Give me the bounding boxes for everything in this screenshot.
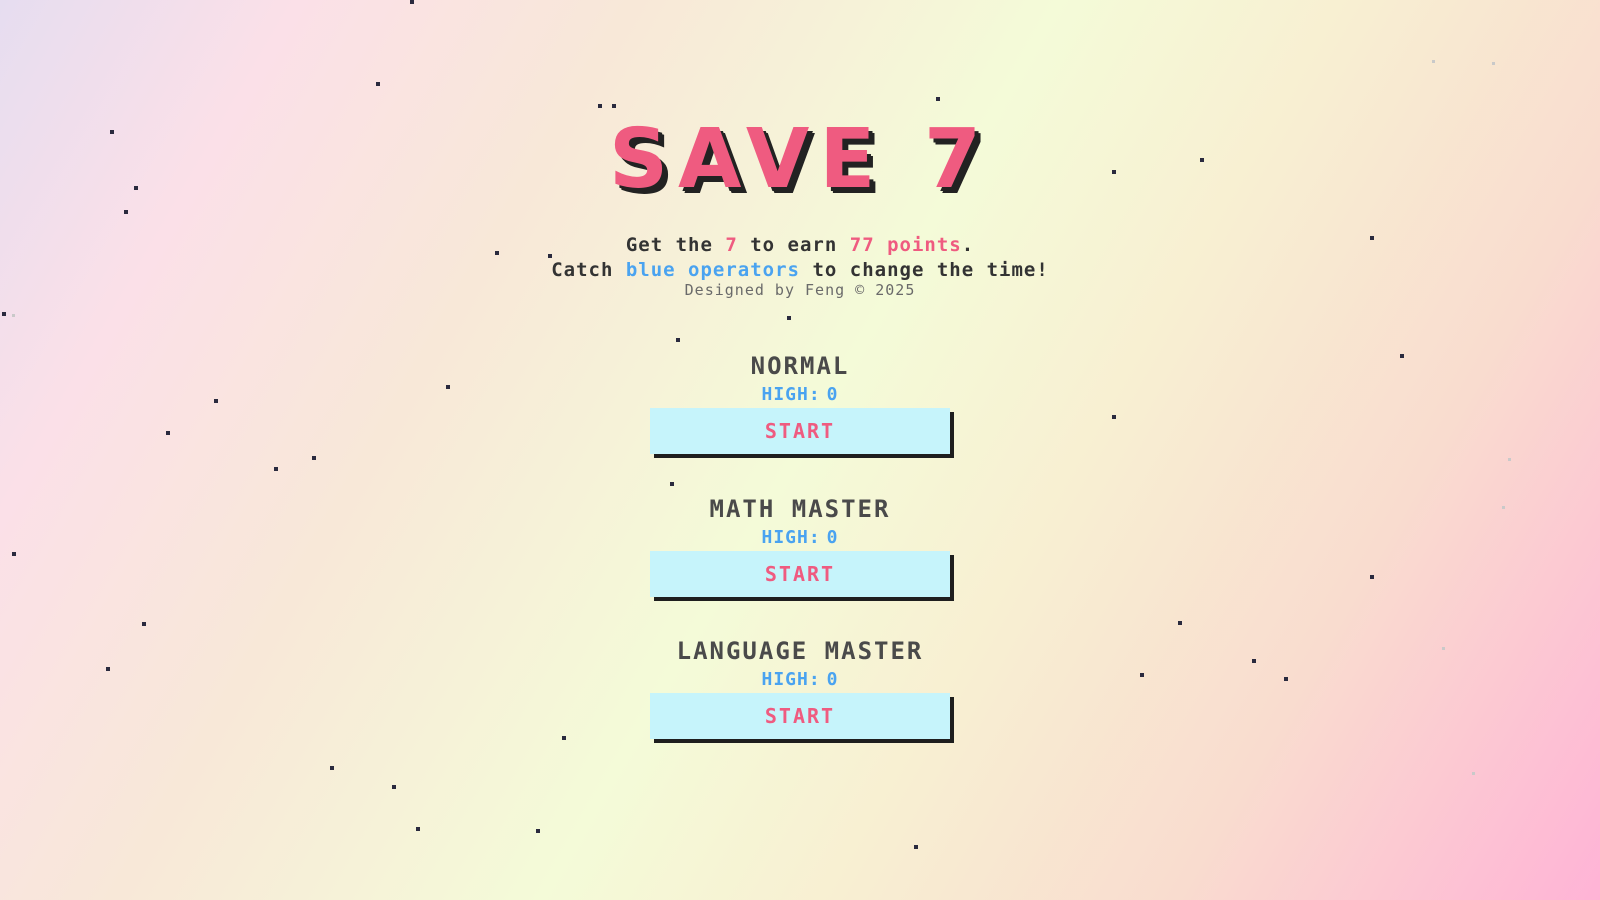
- particle: [392, 785, 396, 789]
- particle: [124, 210, 128, 214]
- credit-text: Designed by Feng © 2025: [684, 281, 916, 299]
- start-language-master-button[interactable]: START: [650, 693, 950, 739]
- high-value: 0: [826, 527, 839, 548]
- particle: [787, 316, 791, 320]
- high-value: 0: [826, 384, 839, 405]
- game-title: SAVE 7: [608, 112, 992, 207]
- instruction-text: Get the: [625, 234, 726, 256]
- particle: [142, 622, 146, 626]
- particle: [312, 456, 316, 460]
- particle: [12, 314, 15, 317]
- high-value: 0: [826, 669, 839, 690]
- instruction-text: to earn: [737, 234, 850, 256]
- particle: [914, 845, 918, 849]
- high-label: HIGH:: [761, 384, 821, 405]
- high-score: HIGH: 0: [0, 669, 1600, 690]
- particle: [2, 312, 6, 316]
- high-score: HIGH: 0: [0, 384, 1600, 405]
- particle: [166, 431, 170, 435]
- start-normal-button[interactable]: START: [650, 408, 950, 454]
- seven-highlight: 7: [725, 234, 738, 256]
- particle: [376, 82, 380, 86]
- particle: [536, 829, 540, 833]
- instruction-line-2: Catch blue operators to change the time!: [0, 259, 1600, 281]
- high-label: HIGH:: [761, 527, 821, 548]
- instruction-text: to change the time!: [800, 259, 1049, 281]
- operators-highlight: blue operators: [625, 259, 800, 281]
- particle: [274, 467, 278, 471]
- particle: [410, 0, 414, 4]
- particle: [598, 104, 602, 108]
- particle: [330, 766, 334, 770]
- high-score: HIGH: 0: [0, 527, 1600, 548]
- instruction-text: .: [961, 234, 975, 256]
- particle: [562, 736, 566, 740]
- particle: [936, 97, 940, 101]
- particle: [1112, 415, 1116, 419]
- particle: [1508, 458, 1511, 461]
- particle: [1472, 772, 1475, 775]
- particle: [1492, 62, 1495, 65]
- instruction-line-1: Get the 7 to earn 77 points.: [0, 234, 1600, 256]
- mode-title: LANGUAGE MASTER: [676, 637, 924, 665]
- points-highlight: 77 points: [849, 234, 962, 256]
- particle: [1178, 621, 1182, 625]
- particle: [612, 104, 616, 108]
- mode-title: NORMAL: [750, 352, 850, 380]
- instruction-text: Catch: [551, 259, 626, 281]
- particle: [12, 552, 16, 556]
- high-label: HIGH:: [761, 669, 821, 690]
- particle: [1370, 575, 1374, 579]
- mode-title: MATH MASTER: [709, 495, 891, 523]
- particle: [670, 482, 674, 486]
- particle: [1432, 60, 1435, 63]
- particle: [416, 827, 420, 831]
- particle: [676, 338, 680, 342]
- start-math-master-button[interactable]: START: [650, 551, 950, 597]
